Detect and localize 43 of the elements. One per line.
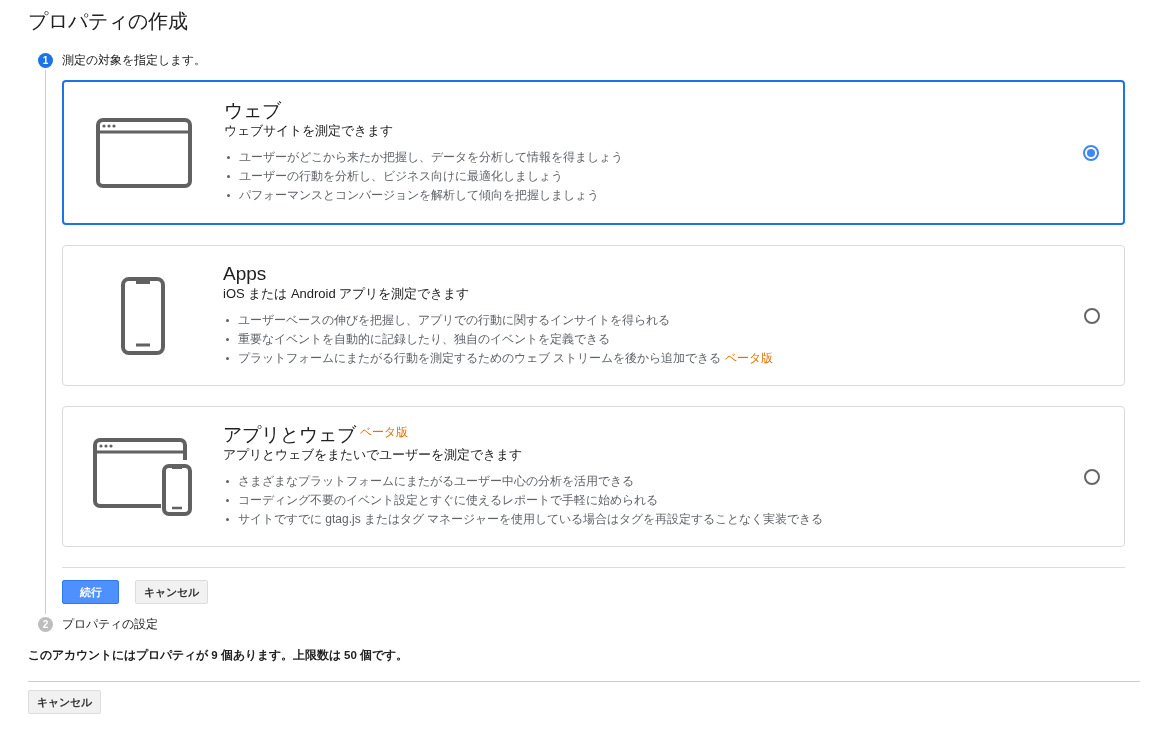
bullet-text: さまざまなプラットフォームにまたがるユーザー中心の分析を活用できる — [238, 473, 634, 490]
bullet-dot — [226, 357, 229, 360]
bullet-dot — [226, 480, 229, 483]
option-title: Apps — [223, 263, 267, 285]
bullet-text: プラットフォームにまたがる行動を測定するためのウェブ ストリームを後から追加できる — [238, 350, 722, 367]
bullet-text: コーディング不要のイベント設定とすぐに使えるレポートで手軽に始められる — [238, 492, 658, 509]
beta-label: ベータ版 — [360, 424, 408, 441]
step-label: プロパティの設定 — [62, 615, 158, 633]
cancel-button[interactable]: キャンセル — [135, 580, 208, 604]
bullet-dot — [227, 194, 230, 197]
info-text: このアカウントにはプロパティが 9 個あります。上限数は 50 個です。 — [28, 648, 409, 663]
step-number: 1 — [38, 52, 53, 68]
bullet-dot — [226, 499, 229, 502]
beta-label: ベータ版 — [725, 350, 774, 367]
bullet-dot — [227, 156, 230, 159]
cancel-button[interactable]: キャンセル — [28, 690, 101, 714]
radio-button[interactable] — [1083, 144, 1099, 161]
option-card[interactable]: Apps iOS または Android アプリを測定できます ユーザーベースの伸びを把握し、アプリでの行動に関するインサイトを得られる 重要なイベントを自動的に記録したり、独自のイベントを定義できる プラットフォームにまたがる行動を測定するためのウェブ ストリームを後から追加できる ベータ版 — [62, 245, 1125, 386]
bullet-text: サイトですでに gtag.js またはタグ マネージャーを使用している場合はタグを再設定することなく実装できる — [238, 511, 824, 528]
option-card[interactable]: ウェブ ウェブサイトを測定できます ユーザーがどこから来たか把握し、データを分析して情報を得ましょう ユーザーの行動を分析し、ビジネス向けに最適化しましょう パフォーマンスとコンバージョンを解析して傾向を把握しましょう — [62, 80, 1125, 225]
bullet-text: 重要なイベントを自動的に記録したり、独自のイベントを定義できる — [238, 331, 610, 348]
smartphone-icon — [121, 276, 165, 355]
bullet-text: ユーザーの行動を分析し、ビジネス向けに最適化しましょう — [239, 168, 563, 185]
step-number: 2 — [38, 616, 53, 632]
bullet-dot — [227, 175, 230, 178]
bullet-text: パフォーマンスとコンバージョンを解析して傾向を把握しましょう — [239, 187, 599, 204]
bullet-dot — [226, 319, 229, 322]
option-card[interactable]: アプリとウェブ ベータ版 アプリとウェブをまたいでユーザーを測定できます さまざまなプラットフォームにまたがるユーザー中心の分析を活用できる コーディング不要のイベント設定とすぐに使えるレポートで手軽に始められる サイトですでに gtag.js またはタグ マネージャーを使用している場合はタグを再設定することなく実装できる — [62, 406, 1125, 547]
bullet-text: ユーザーベースの伸びを把握し、アプリでの行動に関するインサイトを得られる — [238, 312, 670, 329]
radio-button[interactable] — [1084, 468, 1100, 485]
option-title: ウェブ — [224, 100, 281, 122]
bullet-text: ユーザーがどこから来たか把握し、データを分析して情報を得ましょう — [239, 149, 623, 166]
step-label: 測定の対象を指定します。 — [62, 51, 206, 69]
option-title: アプリとウェブ — [223, 424, 356, 446]
bullet-dot — [226, 518, 229, 521]
browser-and-phone-icon — [93, 437, 193, 516]
browser-window-icon — [96, 117, 192, 188]
option-subtitle: ウェブサイトを測定できます — [224, 122, 394, 140]
option-subtitle: アプリとウェブをまたいでユーザーを測定できます — [223, 446, 523, 464]
bullet-dot — [226, 338, 229, 341]
page-title: プロパティの作成 — [28, 9, 189, 34]
radio-button[interactable] — [1084, 307, 1100, 324]
option-subtitle: iOS または Android アプリを測定できます — [223, 285, 471, 303]
